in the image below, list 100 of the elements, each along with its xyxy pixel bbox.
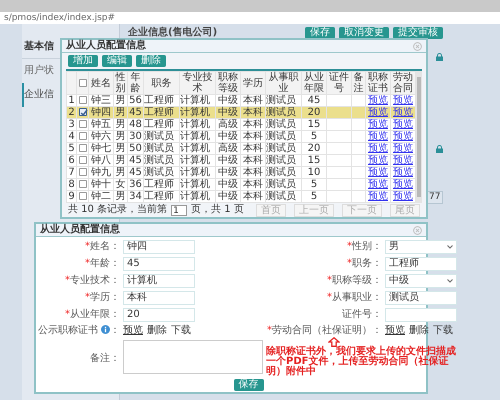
table-cell: 45: [129, 155, 142, 166]
input-field[interactable]: 计算机: [123, 274, 195, 288]
table-cell: 20: [308, 143, 320, 154]
action-button[interactable]: 取消变更: [339, 27, 389, 39]
table-cell: 男: [116, 131, 126, 142]
table-cell: 本科: [243, 119, 263, 130]
table-cell: 工程师: [144, 107, 174, 118]
table-cell: 计算机: [180, 155, 210, 166]
attachment-link[interactable]: 删除: [147, 325, 167, 336]
table-cell: 本科: [243, 155, 263, 166]
table-cell: 测试员: [144, 167, 174, 178]
attachment-link[interactable]: 预览: [123, 325, 143, 336]
table-cell: 计算机: [180, 143, 210, 154]
page-field[interactable]: 1: [171, 204, 188, 216]
table-cell: 钟六: [91, 131, 111, 142]
column-header: 证件号: [329, 72, 349, 94]
page-title: 企业信息(售电公司): [128, 27, 218, 39]
field-label: 从业年限：: [70, 309, 120, 320]
required-mark: *: [267, 325, 272, 336]
select-field[interactable]: 男: [385, 240, 457, 254]
checkbox[interactable]: [78, 78, 86, 87]
sidebar-title: 基本信: [24, 41, 54, 52]
table-cell: 测试员: [266, 143, 296, 154]
input-field[interactable]: 45: [123, 257, 195, 271]
table-cell: 36: [129, 179, 142, 190]
table-cell: 计算机: [180, 191, 210, 202]
attachment-link[interactable]: 预览: [385, 325, 405, 336]
dialog-title: 从业人员配置信息: [40, 224, 120, 236]
row-number: 8: [68, 179, 75, 190]
checkbox[interactable]: [78, 132, 86, 140]
column-header: 从业年限: [304, 72, 324, 94]
table-cell: 中级: [218, 179, 238, 190]
table-cell: 本科: [243, 131, 263, 142]
table-cell: 5: [310, 191, 318, 202]
table-cell: 45: [308, 95, 320, 106]
table-cell: 男: [116, 167, 126, 178]
table-cell: 中级: [218, 131, 238, 142]
scrollbar[interactable]: [416, 71, 422, 203]
row-number: 1: [68, 95, 75, 106]
checkbox[interactable]: [78, 168, 86, 176]
input-field[interactable]: 20: [123, 308, 195, 322]
address-text: s/pmos/index/index.jsp#: [4, 13, 116, 23]
table-cell: 工程师: [144, 95, 174, 106]
required-mark: *: [327, 292, 332, 303]
table-cell: 男: [116, 95, 126, 106]
input-field[interactable]: 钟四: [123, 240, 195, 254]
table-cell: 测试员: [266, 131, 296, 142]
checkbox[interactable]: [78, 192, 86, 200]
table-cell: 15: [308, 155, 320, 166]
column-header: 性别: [116, 72, 126, 94]
checkbox[interactable]: [78, 108, 86, 116]
input-field[interactable]: 本科: [123, 291, 195, 305]
table-cell: 30: [129, 131, 142, 142]
table-cell: 钟八: [91, 155, 111, 166]
action-button[interactable]: 提交审核: [393, 27, 443, 39]
field-label: 专业技术：: [70, 275, 120, 286]
input-field[interactable]: 工程师: [385, 257, 457, 271]
table-cell: 计算机: [180, 131, 210, 142]
required-mark: *: [65, 275, 70, 286]
checkbox[interactable]: [78, 96, 86, 104]
toolbar-button[interactable]: 增加: [68, 55, 98, 67]
attachment-link[interactable]: 下载: [171, 325, 191, 336]
toolbar-button[interactable]: 删除: [136, 55, 166, 67]
required-mark: *: [85, 292, 90, 303]
input-field[interactable]: [385, 308, 457, 322]
close-icon[interactable]: [413, 226, 422, 234]
table-cell: 测试员: [144, 155, 174, 166]
row-number: 9: [68, 191, 75, 202]
checkbox[interactable]: [78, 144, 86, 152]
field-label: 备注：: [90, 352, 120, 364]
table-cell: 钟四: [91, 107, 111, 118]
field-label: 性别：: [352, 241, 382, 252]
info-icon[interactable]: [101, 325, 110, 334]
attachment-link[interactable]: 下载: [433, 325, 453, 336]
table-cell: 45: [129, 107, 142, 118]
table-cell: 45: [129, 167, 142, 178]
table-cell: 34: [129, 191, 142, 202]
input-field[interactable]: 测试员: [385, 291, 457, 305]
table-cell: 钟九: [91, 167, 111, 178]
checkbox[interactable]: [78, 120, 86, 128]
table-cell: 15: [308, 119, 320, 130]
toolbar-button[interactable]: 编辑: [102, 55, 132, 67]
field-label: 姓名：: [90, 241, 120, 252]
table-cell: 中级: [218, 95, 238, 106]
table-cell: 本科: [243, 95, 263, 106]
remark-field[interactable]: [123, 340, 263, 374]
action-button[interactable]: 保存: [305, 27, 335, 39]
table-cell: 计算机: [180, 119, 210, 130]
column-header: 年龄: [130, 72, 140, 94]
checkbox[interactable]: [78, 156, 86, 164]
attachment-link[interactable]: 删除: [409, 325, 429, 336]
checkbox[interactable]: [78, 180, 86, 188]
table-cell: 计算机: [180, 95, 210, 106]
table-cell: 中级: [218, 167, 238, 178]
select-field[interactable]: 中级: [385, 274, 457, 288]
row-number: 2: [68, 107, 75, 118]
column-header: 备注: [354, 72, 364, 94]
table-cell: 测试员: [266, 191, 296, 202]
save-button[interactable]: 保存: [234, 379, 264, 391]
close-icon[interactable]: [413, 42, 422, 50]
